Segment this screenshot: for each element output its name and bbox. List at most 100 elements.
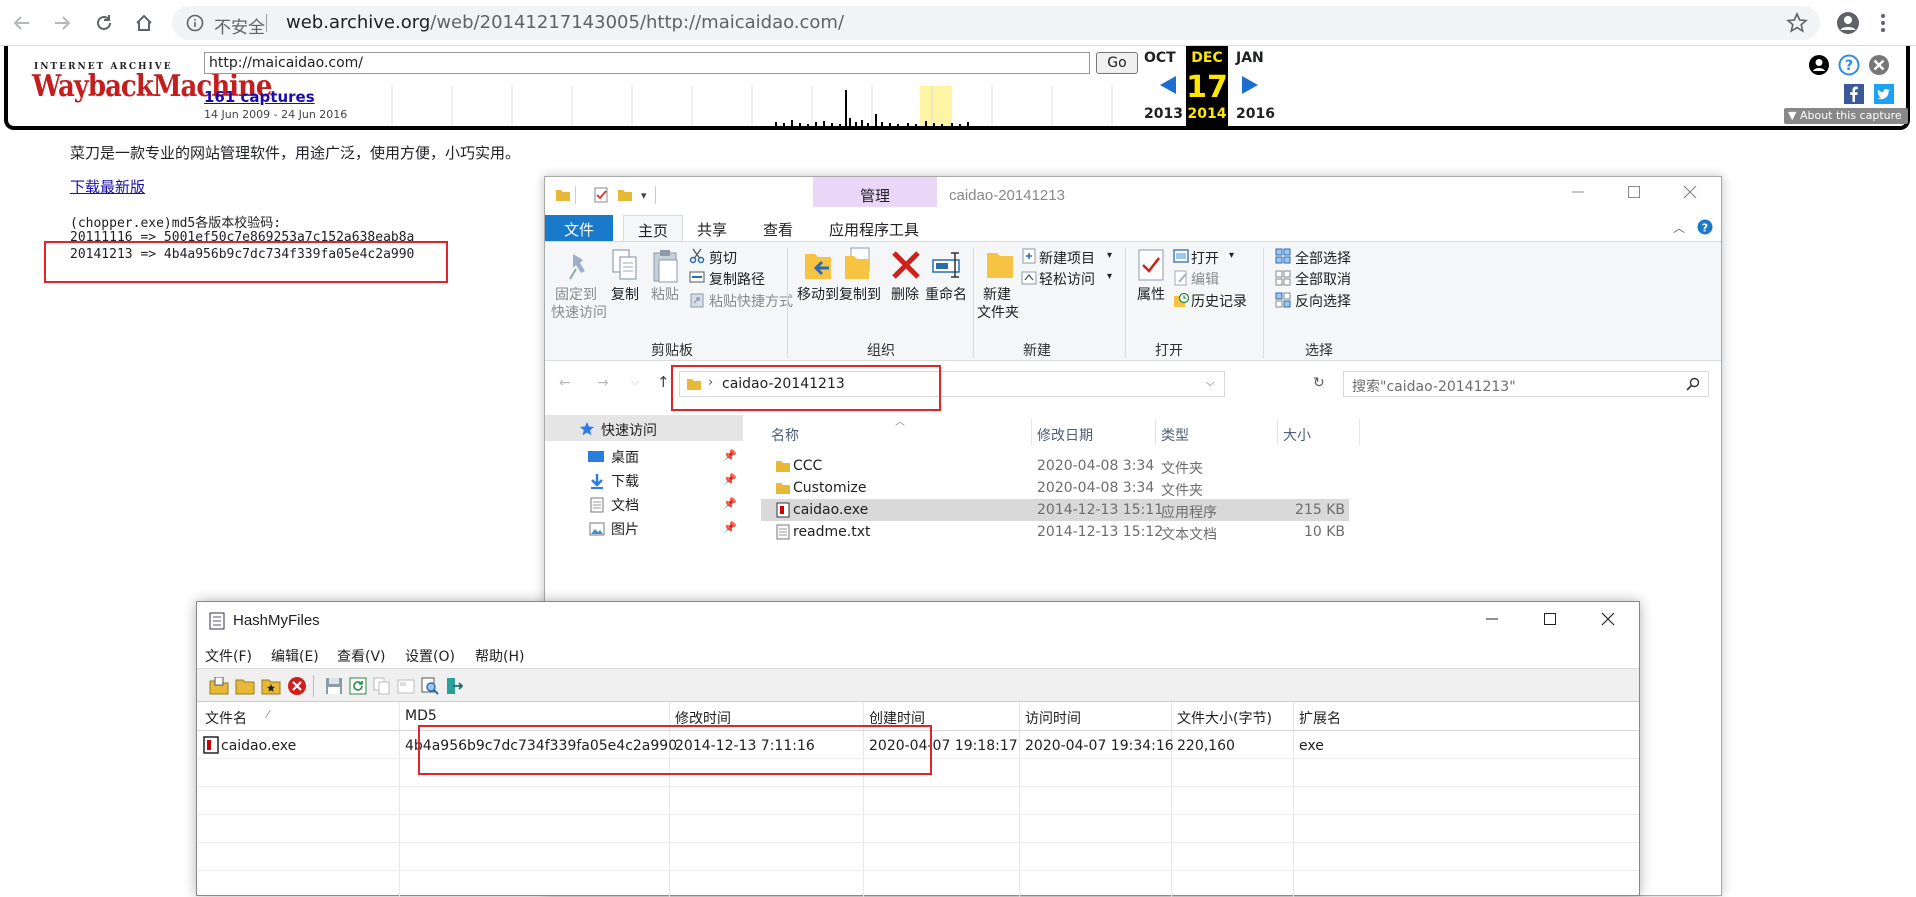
open-folder-icon[interactable] bbox=[235, 677, 255, 695]
sidebar-item-documents[interactable]: 文档 bbox=[611, 495, 639, 515]
move-to-label[interactable]: 移动到 bbox=[797, 284, 839, 304]
pin-icon[interactable]: 📌 bbox=[723, 521, 737, 534]
copy-icon[interactable] bbox=[611, 248, 639, 282]
find-icon[interactable] bbox=[421, 677, 439, 695]
capture-sparkline[interactable] bbox=[356, 86, 1138, 126]
pin-icon[interactable]: 📌 bbox=[723, 449, 737, 462]
file-row-customize[interactable]: Customize 2020-04-08 3:34 文件夹 bbox=[761, 477, 1349, 499]
save-icon[interactable] bbox=[325, 677, 343, 695]
copy-icon[interactable] bbox=[373, 677, 391, 695]
user-icon[interactable] bbox=[1808, 54, 1830, 76]
column-extension[interactable]: 扩展名 bbox=[1299, 708, 1341, 728]
column-size[interactable]: 文件大小(字节) bbox=[1177, 708, 1272, 728]
properties-qat-icon[interactable] bbox=[593, 187, 609, 203]
star-icon[interactable] bbox=[1786, 12, 1808, 34]
invert-selection-label[interactable]: 反向选择 bbox=[1295, 291, 1351, 311]
refresh-icon[interactable]: ↻ bbox=[1313, 375, 1325, 391]
menu-edit[interactable]: 编辑(E) bbox=[271, 646, 319, 666]
new-folder-qat-icon[interactable] bbox=[617, 187, 633, 203]
qat-customize-icon[interactable]: ▾ bbox=[641, 189, 647, 202]
facebook-icon[interactable] bbox=[1844, 84, 1864, 104]
properties-label[interactable]: 属性 bbox=[1137, 284, 1165, 304]
back-arrow-icon[interactable]: ← bbox=[559, 375, 571, 391]
cut-label[interactable]: 剪切 bbox=[709, 248, 737, 268]
tab-home[interactable]: 主页 bbox=[623, 215, 683, 241]
column-md5[interactable]: MD5 bbox=[405, 708, 437, 724]
sidebar-item-pictures[interactable]: 图片 bbox=[611, 519, 639, 539]
wayback-url-input[interactable]: http://maicaidao.com/ bbox=[204, 52, 1090, 74]
prev-year[interactable]: 2013 bbox=[1144, 106, 1183, 122]
select-all-label[interactable]: 全部选择 bbox=[1295, 248, 1351, 268]
row-accessed[interactable]: 2020-04-07 19:34:16 bbox=[1025, 738, 1174, 754]
select-all-icon[interactable] bbox=[1275, 248, 1291, 264]
delete-label[interactable]: 删除 bbox=[891, 284, 919, 304]
column-size[interactable]: 大小 bbox=[1283, 425, 1311, 445]
next-capture-arrow-icon[interactable] bbox=[1240, 74, 1260, 96]
menu-view[interactable]: 查看(V) bbox=[337, 646, 386, 666]
prev-capture-arrow-icon[interactable] bbox=[1158, 74, 1178, 96]
select-none-label[interactable]: 全部取消 bbox=[1295, 269, 1351, 289]
copy-label[interactable]: 复制 bbox=[611, 284, 639, 304]
refresh-icon[interactable] bbox=[349, 677, 367, 695]
add-folder-icon[interactable] bbox=[261, 677, 281, 695]
edit-icon[interactable] bbox=[1173, 270, 1189, 286]
maximize-icon[interactable] bbox=[1543, 612, 1557, 626]
sidebar-item-desktop[interactable]: 桌面 bbox=[611, 447, 639, 467]
easy-access-dropdown-icon[interactable]: ▾ bbox=[1107, 271, 1112, 282]
column-accessed[interactable]: 访问时间 bbox=[1025, 708, 1081, 728]
move-to-icon[interactable] bbox=[803, 248, 833, 282]
history-label[interactable]: 历史记录 bbox=[1191, 291, 1247, 311]
omnibox[interactable]: 不安全 web.archive.org/web/20141217143005/h… bbox=[172, 6, 1820, 40]
close-icon[interactable] bbox=[1601, 612, 1615, 626]
open-dropdown-icon[interactable]: ▾ bbox=[1229, 250, 1234, 261]
profile-avatar-icon[interactable] bbox=[1836, 11, 1860, 35]
open-label[interactable]: 打开 bbox=[1191, 248, 1219, 268]
new-folder-label-1[interactable]: 新建 bbox=[983, 284, 1011, 304]
minimize-icon[interactable] bbox=[1485, 612, 1499, 626]
go-button[interactable]: Go bbox=[1096, 52, 1138, 74]
pin-icon[interactable] bbox=[565, 252, 591, 282]
column-name[interactable]: 名称 bbox=[771, 425, 799, 445]
ribbon-collapse-icon[interactable]: ︿ bbox=[1673, 219, 1685, 236]
invert-selection-icon[interactable] bbox=[1275, 292, 1291, 308]
delete-icon[interactable] bbox=[891, 250, 921, 280]
forward-arrow-icon[interactable]: → bbox=[597, 375, 609, 391]
next-month[interactable]: JAN bbox=[1236, 50, 1264, 66]
row-size[interactable]: 220,160 bbox=[1177, 738, 1235, 754]
menu-kebab-icon[interactable] bbox=[1880, 12, 1886, 34]
help-icon[interactable]: ? bbox=[1838, 54, 1860, 76]
pin-icon[interactable]: 📌 bbox=[723, 473, 737, 486]
tab-share[interactable]: 共享 bbox=[697, 215, 727, 241]
new-item-icon[interactable] bbox=[1021, 248, 1037, 264]
column-modified[interactable]: 修改日期 bbox=[1037, 425, 1093, 445]
tab-view[interactable]: 查看 bbox=[763, 215, 793, 241]
reload-icon[interactable] bbox=[92, 11, 116, 35]
close-icon[interactable] bbox=[1683, 185, 1697, 199]
maximize-icon[interactable] bbox=[1627, 185, 1641, 199]
cut-icon[interactable] bbox=[689, 248, 705, 264]
paste-icon[interactable] bbox=[651, 248, 681, 284]
url-text[interactable]: web.archive.org/web/20141217143005/http:… bbox=[286, 12, 844, 33]
tab-manage[interactable]: 管理 bbox=[813, 177, 937, 207]
file-row-ccc[interactable]: CCC 2020-04-08 3:34 文件夹 bbox=[761, 455, 1349, 477]
close-toolbar-icon[interactable] bbox=[1868, 54, 1890, 76]
copy-path-icon[interactable] bbox=[689, 270, 705, 284]
open-icon[interactable] bbox=[1173, 248, 1189, 264]
properties-icon[interactable] bbox=[1137, 248, 1165, 282]
new-folder-label-2[interactable]: 文件夹 bbox=[977, 302, 1019, 322]
easy-access-label[interactable]: 轻松访问 bbox=[1039, 269, 1095, 289]
copy-to-label[interactable]: 复制到 bbox=[839, 284, 881, 304]
tab-file[interactable]: 文件 bbox=[545, 215, 613, 241]
exit-icon[interactable] bbox=[445, 677, 463, 695]
paste-shortcut-icon[interactable] bbox=[689, 292, 705, 308]
captures-link[interactable]: 161 captures bbox=[204, 88, 315, 106]
row-filename[interactable]: caidao.exe bbox=[221, 738, 296, 754]
file-row-caidao-exe[interactable]: caidao.exe 2014-12-13 15:11 应用程序 215 KB bbox=[761, 499, 1349, 521]
new-item-label[interactable]: 新建项目 bbox=[1039, 248, 1095, 268]
column-filename[interactable]: 文件名 bbox=[205, 708, 247, 728]
search-box[interactable]: 搜索"caidao-20141213" bbox=[1343, 371, 1709, 397]
new-folder-icon[interactable] bbox=[985, 248, 1015, 280]
up-arrow-icon[interactable]: ↑ bbox=[657, 373, 670, 391]
download-latest-link[interactable]: 下载最新版 bbox=[70, 176, 145, 197]
pin-icon[interactable]: 📌 bbox=[723, 497, 737, 510]
